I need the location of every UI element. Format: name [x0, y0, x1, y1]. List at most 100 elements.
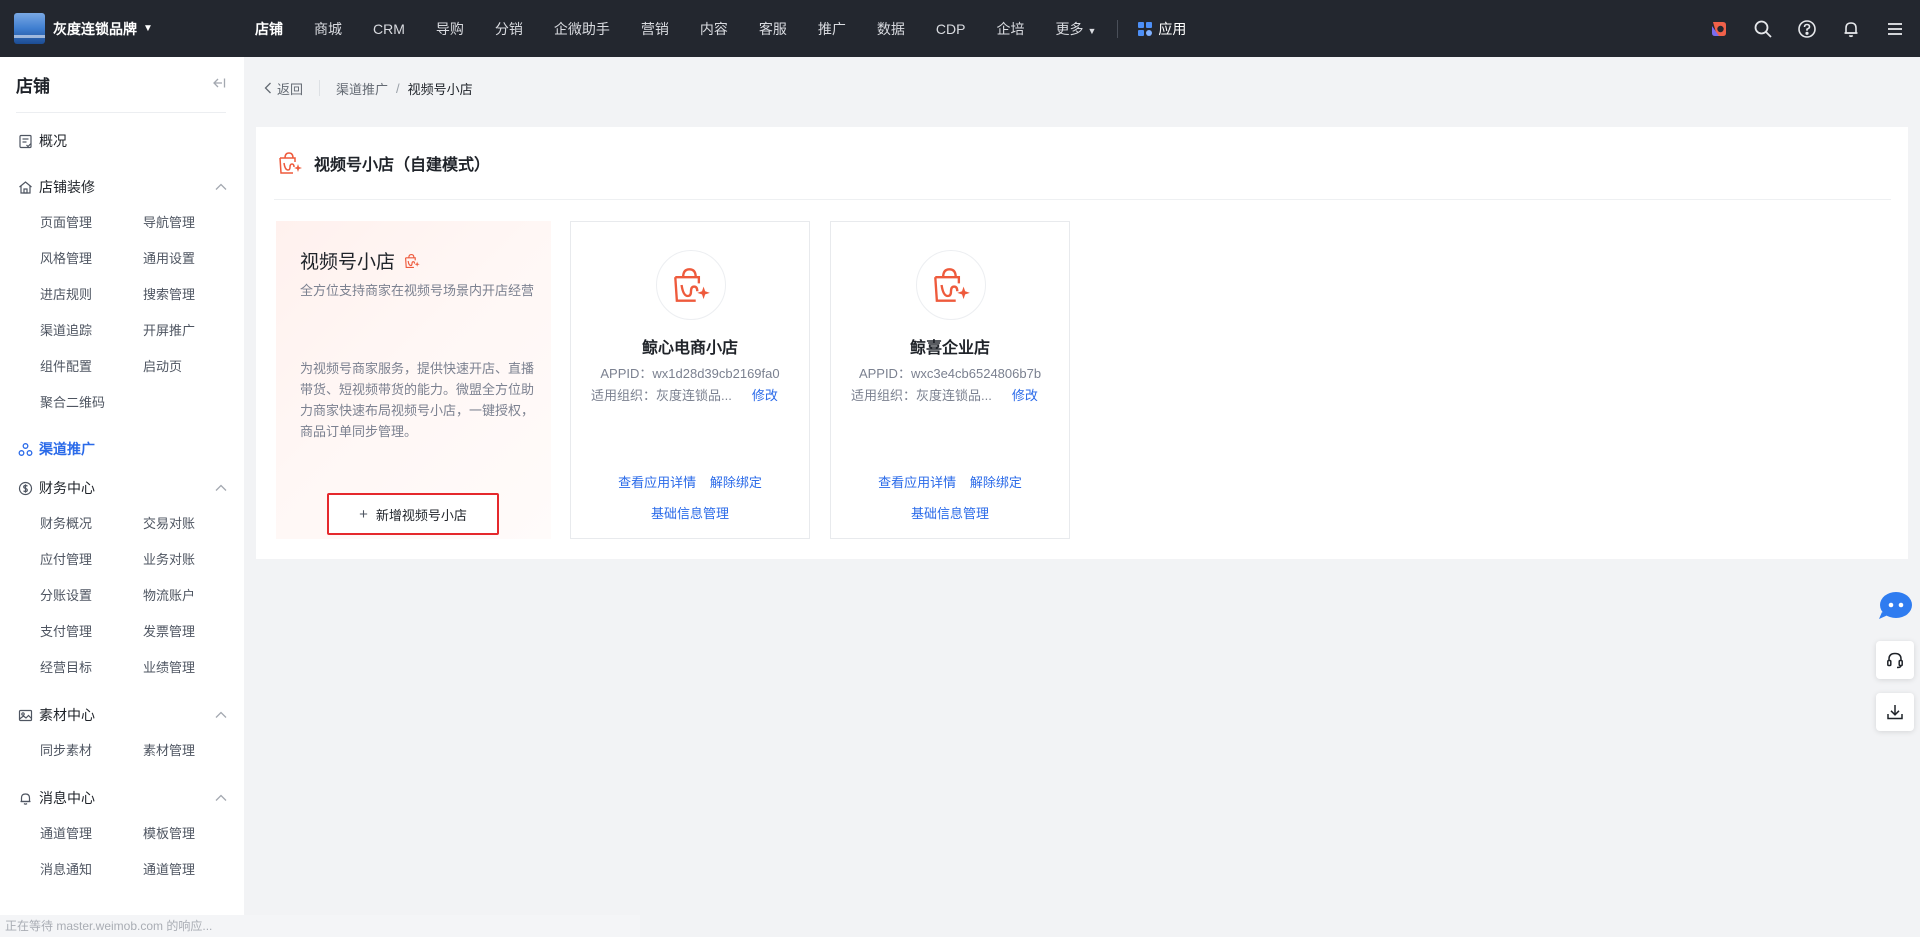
shop-logo — [656, 250, 726, 320]
sidebar-item-performance-management[interactable]: 业绩管理 — [143, 650, 243, 686]
nav-item-customer-service[interactable]: 客服 — [759, 19, 787, 39]
nav-item-distribution[interactable]: 分销 — [495, 19, 523, 39]
nav-item-data[interactable]: 数据 — [877, 19, 905, 39]
nav-item-cdp[interactable]: CDP — [936, 21, 966, 37]
sidebar-item-splash-promotion[interactable]: 开屏推广 — [143, 313, 243, 349]
store-decoration-icon — [19, 180, 32, 194]
help-icon[interactable] — [1796, 18, 1818, 40]
sidebar-group-asset-center[interactable]: 素材中心 — [0, 703, 244, 727]
sidebar-item-component-config[interactable]: 组件配置 — [40, 349, 143, 385]
sidebar-item-launch-page[interactable]: 启动页 — [143, 349, 243, 385]
nav-item-guide[interactable]: 导购 — [436, 19, 464, 39]
nav-apps-label: 应用 — [1158, 20, 1187, 37]
add-video-shop-button[interactable]: + 新增视频号小店 — [327, 493, 499, 535]
download-button[interactable] — [1876, 693, 1914, 731]
nav-item-crm[interactable]: CRM — [373, 21, 405, 37]
sidebar-item-business-goals[interactable]: 经营目标 — [40, 650, 143, 686]
apps-grid-icon — [1138, 21, 1153, 36]
nav-item-promotion[interactable]: 推广 — [818, 19, 846, 39]
sidebar-group-label: 渠道推广 — [39, 441, 95, 457]
basic-info-management-link[interactable]: 基础信息管理 — [651, 506, 729, 521]
sidebar-item-trade-reconciliation[interactable]: 交易对账 — [143, 506, 243, 542]
sidebar-item-label: 概况 — [39, 133, 67, 149]
bell-icon — [20, 792, 31, 805]
shop-appid: APPID：wxc3e4cb6524806b7b — [858, 366, 1042, 381]
sidebar-group-store-decoration[interactable]: 店铺装修 — [0, 175, 244, 199]
nav-more-label: 更多 — [1055, 20, 1084, 37]
sidebar-item-payment-management[interactable]: 支付管理 — [40, 614, 143, 650]
nav-item-training[interactable]: 企培 — [996, 19, 1024, 39]
shop-name: 鲸心电商小店 — [641, 340, 738, 357]
sidebar-item-finance-overview[interactable]: 财务概况 — [40, 506, 143, 542]
sidebar-item-nav-management[interactable]: 导航管理 — [143, 205, 243, 241]
shop-card: 鲸喜企业店 APPID：wxc3e4cb6524806b7b 适用组织：灰度连锁… — [830, 221, 1070, 539]
intro-title-text: 视频号小店 — [300, 252, 396, 273]
sidebar-item-template-management[interactable]: 模板管理 — [143, 816, 243, 852]
main-nav: 店铺 商城 CRM 导购 分销 企微助手 营销 内容 客服 推广 数据 CDP … — [255, 0, 1186, 57]
sidebar-item-general-settings[interactable]: 通用设置 — [143, 241, 243, 277]
sidebar-divider — [16, 112, 226, 113]
basic-info-management-link[interactable]: 基础信息管理 — [911, 506, 989, 521]
sidebar: 店铺 概况 店铺装修 页面管理 导航管理 风格管理 通用设置 进店规则 搜索管理… — [0, 57, 244, 937]
sidebar-item-payables[interactable]: 应付管理 — [40, 542, 143, 578]
bell-icon[interactable] — [1840, 18, 1862, 40]
edit-org-link[interactable]: 修改 — [1012, 385, 1038, 404]
top-nav-bar: 灰度连锁品牌 ▼ 店铺 商城 CRM 导购 分销 企微助手 营销 内容 客服 推… — [0, 0, 1920, 57]
brand-app-icon[interactable] — [1708, 18, 1730, 40]
sidebar-item-asset-management[interactable]: 素材管理 — [143, 733, 243, 769]
brand-switcher[interactable]: 灰度连锁品牌 ▼ — [0, 0, 238, 57]
finance-icon — [18, 481, 33, 495]
shop-org: 适用组织：灰度连锁品... 修改 — [851, 385, 1038, 404]
sidebar-item-invoice-management[interactable]: 发票管理 — [143, 614, 243, 650]
view-app-details-link[interactable]: 查看应用详情 — [878, 475, 956, 490]
video-shop-icon — [405, 253, 420, 268]
breadcrumb-separator: / — [396, 80, 400, 96]
breadcrumb-parent[interactable]: 渠道推广 — [336, 79, 388, 98]
sidebar-item-channel-management[interactable]: 通道管理 — [40, 816, 143, 852]
intro-card: 视频号小店 全方位支持商家在视频号场景内开店经营 为视频号商家服务，提供快速开店… — [276, 221, 551, 539]
sidebar-item-aggregate-qrcode[interactable]: 聚合二维码 — [40, 385, 143, 421]
sidebar-item-business-reconciliation[interactable]: 业务对账 — [143, 542, 243, 578]
nav-item-wecom-assistant[interactable]: 企微助手 — [554, 19, 610, 39]
unbind-link[interactable]: 解除绑定 — [970, 475, 1022, 490]
sidebar-submenu-message-center: 通道管理 模板管理 消息通知 通道管理 — [0, 816, 244, 888]
sidebar-item-message-notification[interactable]: 消息通知 — [40, 852, 143, 888]
view-app-details-link[interactable]: 查看应用详情 — [618, 475, 696, 490]
sidebar-item-search-management[interactable]: 搜索管理 — [143, 277, 243, 313]
nav-item-marketing[interactable]: 营销 — [641, 19, 669, 39]
sidebar-item-channel-management-2[interactable]: 通道管理 — [143, 852, 243, 888]
nav-apps[interactable]: 应用 — [1138, 19, 1186, 39]
unbind-link[interactable]: 解除绑定 — [710, 475, 762, 490]
nav-item-more[interactable]: 更多 ▼ — [1055, 19, 1096, 39]
collapse-sidebar-icon[interactable] — [212, 76, 226, 93]
sidebar-group-label: 店铺装修 — [39, 179, 95, 195]
sidebar-item-sync-assets[interactable]: 同步素材 — [40, 733, 143, 769]
sidebar-item-page-management[interactable]: 页面管理 — [40, 205, 143, 241]
intro-subtitle: 全方位支持商家在视频号场景内开店经营 — [300, 283, 535, 298]
sidebar-item-channel-promotion[interactable]: 渠道推广 — [0, 437, 244, 461]
sidebar-item-split-settings[interactable]: 分账设置 — [40, 578, 143, 614]
sidebar-group-finance-center[interactable]: 财务中心 — [0, 476, 244, 500]
sidebar-item-entry-rules[interactable]: 进店规则 — [40, 277, 143, 313]
chatbot-icon[interactable] — [1878, 590, 1914, 620]
sidebar-group-message-center[interactable]: 消息中心 — [0, 786, 244, 810]
video-shop-icon — [934, 268, 970, 302]
nav-item-mall[interactable]: 商城 — [314, 19, 342, 39]
nav-item-content[interactable]: 内容 — [700, 19, 728, 39]
intro-description: 为视频号商家服务，提供快速开店、直播带货、短视频带货的能力。微盟全方位助力商家快… — [300, 361, 535, 439]
sidebar-item-overview[interactable]: 概况 — [0, 129, 244, 153]
nav-item-store[interactable]: 店铺 — [255, 19, 283, 39]
back-button[interactable]: 返回 — [264, 79, 303, 98]
sidebar-submenu-finance-center: 财务概况 交易对账 应付管理 业务对账 分账设置 物流账户 支付管理 发票管理 … — [0, 506, 244, 686]
menu-icon[interactable] — [1884, 18, 1906, 40]
customer-service-button[interactable] — [1876, 641, 1914, 679]
breadcrumb-current: 视频号小店 — [407, 81, 473, 97]
brand-logo — [14, 13, 45, 44]
edit-org-link[interactable]: 修改 — [752, 385, 778, 404]
sidebar-submenu-asset-center: 同步素材 素材管理 — [0, 733, 244, 769]
sidebar-item-channel-tracking[interactable]: 渠道追踪 — [40, 313, 143, 349]
search-icon[interactable] — [1752, 18, 1774, 40]
sidebar-item-style-management[interactable]: 风格管理 — [40, 241, 143, 277]
plus-icon: + — [359, 505, 368, 523]
sidebar-item-logistics-account[interactable]: 物流账户 — [143, 578, 243, 614]
